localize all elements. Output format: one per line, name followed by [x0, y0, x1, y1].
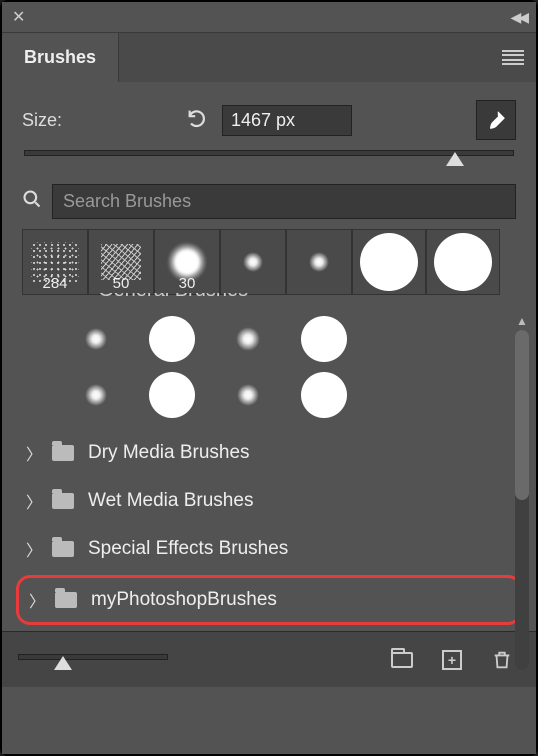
- brush-preset[interactable]: [210, 311, 286, 367]
- trash-icon: [491, 649, 513, 671]
- brushes-panel: ✕ ◀◀ Brushes Size:: [2, 2, 536, 754]
- size-row: Size:: [2, 82, 536, 146]
- load-brushes-button[interactable]: [384, 644, 420, 676]
- brush-preset[interactable]: [210, 367, 286, 423]
- size-label: Size:: [22, 110, 172, 131]
- scrollbar-thumb[interactable]: [515, 330, 529, 500]
- brush-preset[interactable]: 50: [88, 229, 154, 295]
- folder-row-cutoff: General Brushes: [2, 293, 536, 307]
- search-row: [2, 176, 536, 229]
- brush-preset[interactable]: [286, 367, 362, 423]
- scroll-up-icon[interactable]: ▲: [512, 312, 532, 330]
- general-brushes-grid: [2, 307, 422, 429]
- brush-preview-toggle[interactable]: [476, 100, 516, 140]
- folder-icon: [52, 445, 74, 461]
- folder-row-wet-media[interactable]: 〉 Wet Media Brushes: [2, 477, 536, 525]
- search-input[interactable]: [52, 184, 516, 219]
- scrollbar-column: ▲: [512, 312, 532, 670]
- new-brush-button[interactable]: [434, 644, 470, 676]
- panel-titlebar: ✕ ◀◀: [2, 2, 536, 32]
- brush-preset[interactable]: [134, 367, 210, 423]
- reset-size-icon[interactable]: [186, 107, 208, 134]
- folder-label: Wet Media Brushes: [88, 490, 253, 512]
- size-slider[interactable]: [24, 146, 514, 166]
- folder-icon: [52, 541, 74, 557]
- chevron-right-icon: 〉: [26, 537, 38, 561]
- size-slider-thumb[interactable]: [446, 152, 464, 166]
- close-icon[interactable]: ✕: [12, 7, 25, 27]
- panel-footer: [2, 631, 536, 687]
- folder-label: Special Effects Brushes: [88, 538, 288, 560]
- thumbnail-size-slider[interactable]: [18, 650, 168, 670]
- collapse-icon[interactable]: ◀◀: [510, 9, 526, 26]
- brush-preset[interactable]: [286, 311, 362, 367]
- brush-preset[interactable]: [134, 311, 210, 367]
- highlighted-folder: 〉 myPhotoshopBrushes: [16, 575, 522, 625]
- brush-preset[interactable]: [58, 367, 134, 423]
- folder-row-myphotoshopbrushes[interactable]: 〉 myPhotoshopBrushes: [27, 584, 511, 616]
- brush-preset[interactable]: [352, 229, 426, 295]
- folder-label: myPhotoshopBrushes: [91, 589, 277, 611]
- brush-preset[interactable]: [426, 229, 500, 295]
- size-input[interactable]: [222, 105, 352, 136]
- scrollbar-track[interactable]: [515, 330, 529, 670]
- tab-brushes[interactable]: Brushes: [2, 32, 119, 82]
- folder-icon: [52, 493, 74, 509]
- panel-menu-icon[interactable]: [502, 50, 524, 66]
- new-page-icon: [442, 650, 462, 670]
- chevron-right-icon: 〉: [29, 588, 41, 612]
- folder-row-special-effects[interactable]: 〉 Special Effects Brushes: [2, 525, 536, 573]
- search-icon: [22, 189, 42, 214]
- folder-icon: [391, 652, 413, 668]
- thumbnail-slider-thumb[interactable]: [54, 656, 72, 670]
- brush-preset[interactable]: [286, 229, 352, 295]
- tab-bar: Brushes: [2, 32, 536, 82]
- chevron-right-icon: 〉: [26, 441, 38, 465]
- brush-preset[interactable]: 284: [22, 229, 88, 295]
- brush-preset[interactable]: [220, 229, 286, 295]
- size-slider-wrap: [2, 146, 536, 176]
- chevron-right-icon: 〉: [26, 489, 38, 513]
- folder-icon: [55, 592, 77, 608]
- brush-preset[interactable]: [58, 311, 134, 367]
- folder-label: Dry Media Brushes: [88, 442, 250, 464]
- folder-row-dry-media[interactable]: 〉 Dry Media Brushes: [2, 429, 536, 477]
- tab-bar-spacer: [119, 32, 536, 82]
- brush-preset[interactable]: 30: [154, 229, 220, 295]
- recent-brushes-strip: 284 50 30: [2, 229, 536, 295]
